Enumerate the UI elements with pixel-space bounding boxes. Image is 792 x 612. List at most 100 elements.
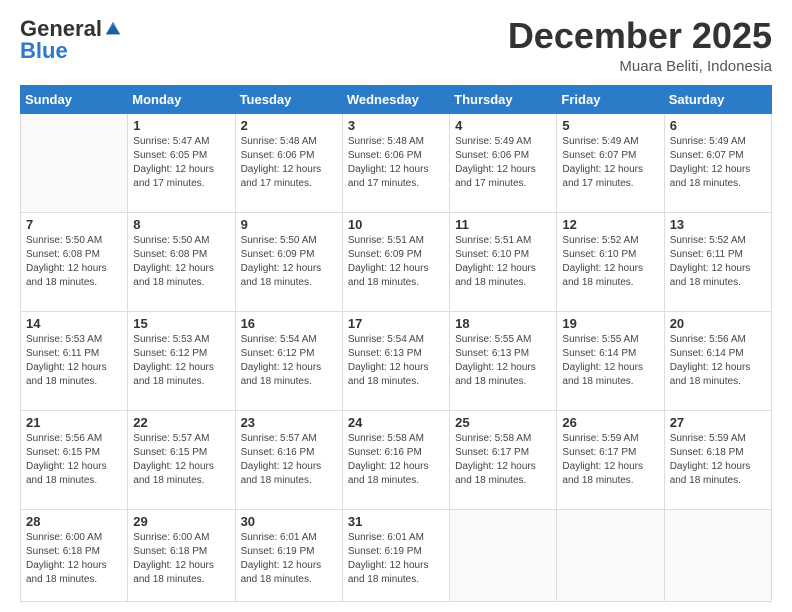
day-number: 9 (241, 217, 337, 232)
day-info: Sunrise: 5:50 AMSunset: 6:08 PMDaylight:… (133, 234, 229, 290)
day-info: Sunrise: 6:01 AMSunset: 6:19 PMDaylight:… (241, 531, 337, 587)
calendar-cell: 10 Sunrise: 5:51 AMSunset: 6:09 PMDayligh… (342, 212, 449, 311)
day-info: Sunrise: 5:51 AMSunset: 6:10 PMDaylight:… (455, 234, 551, 290)
day-number: 4 (455, 118, 551, 133)
day-number: 1 (133, 118, 229, 133)
day-number: 23 (241, 415, 337, 430)
calendar-cell: 8 Sunrise: 5:50 AMSunset: 6:08 PMDaylight… (128, 212, 235, 311)
day-number: 3 (348, 118, 444, 133)
calendar-cell: 24Sunrise: 5:58 AMSunset: 6:16 PMDayligh… (342, 410, 449, 509)
day-number: 24 (348, 415, 444, 430)
month-title: December 2025 (508, 16, 772, 56)
day-info: Sunrise: 5:49 AMSunset: 6:07 PMDaylight:… (562, 135, 658, 191)
day-number: 11 (455, 217, 551, 232)
calendar-cell: 20 Sunrise: 5:56 AMSunset: 6:14 PMDayligh… (664, 311, 771, 410)
day-number: 21 (26, 415, 122, 430)
day-info: Sunrise: 5:55 AMSunset: 6:13 PMDaylight:… (455, 333, 551, 389)
location: Muara Beliti, Indonesia (508, 58, 772, 75)
calendar-cell: 5 Sunrise: 5:49 AMSunset: 6:07 PMDaylight… (557, 113, 664, 212)
day-number: 17 (348, 316, 444, 331)
day-info: Sunrise: 5:49 AMSunset: 6:07 PMDaylight:… (670, 135, 766, 191)
day-info: Sunrise: 5:48 AMSunset: 6:06 PMDaylight:… (348, 135, 444, 191)
calendar-cell: 1 Sunrise: 5:47 AMSunset: 6:05 PMDaylight… (128, 113, 235, 212)
day-info: Sunrise: 5:52 AMSunset: 6:10 PMDaylight:… (562, 234, 658, 290)
day-number: 26 (562, 415, 658, 430)
calendar-cell: 25 Sunrise: 5:58 AMSunset: 6:17 PMDayligh… (450, 410, 557, 509)
calendar-cell (21, 113, 128, 212)
calendar-cell: 3 Sunrise: 5:48 AMSunset: 6:06 PMDaylight… (342, 113, 449, 212)
day-number: 15 (133, 316, 229, 331)
day-info: Sunrise: 5:50 AMSunset: 6:08 PMDaylight:… (26, 234, 122, 290)
day-info: Sunrise: 5:53 AMSunset: 6:11 PMDaylight:… (26, 333, 122, 389)
day-number: 16 (241, 316, 337, 331)
day-number: 22 (133, 415, 229, 430)
calendar-cell: 29Sunrise: 6:00 AMSunset: 6:18 PMDayligh… (128, 509, 235, 601)
calendar-cell: 4 Sunrise: 5:49 AMSunset: 6:06 PMDaylight… (450, 113, 557, 212)
logo: General Blue (20, 16, 122, 64)
page: General Blue December 2025 Muara Beliti,… (0, 0, 792, 612)
day-info: Sunrise: 5:52 AMSunset: 6:11 PMDaylight:… (670, 234, 766, 290)
day-info: Sunrise: 5:47 AMSunset: 6:05 PMDaylight:… (133, 135, 229, 191)
day-number: 29 (133, 514, 229, 529)
calendar-cell: 9 Sunrise: 5:50 AMSunset: 6:09 PMDaylight… (235, 212, 342, 311)
calendar-cell: 18 Sunrise: 5:55 AMSunset: 6:13 PMDayligh… (450, 311, 557, 410)
calendar-cell: 31 Sunrise: 6:01 AMSunset: 6:19 PMDayligh… (342, 509, 449, 601)
calendar-cell (450, 509, 557, 601)
day-number: 13 (670, 217, 766, 232)
header-tuesday: Tuesday (235, 85, 342, 113)
day-number: 14 (26, 316, 122, 331)
day-info: Sunrise: 5:53 AMSunset: 6:12 PMDaylight:… (133, 333, 229, 389)
day-info: Sunrise: 6:01 AMSunset: 6:19 PMDaylight:… (348, 531, 444, 587)
calendar-cell: 28Sunrise: 6:00 AMSunset: 6:18 PMDayligh… (21, 509, 128, 601)
title-block: December 2025 Muara Beliti, Indonesia (508, 16, 772, 75)
header-sunday: Sunday (21, 85, 128, 113)
calendar-cell (664, 509, 771, 601)
day-info: Sunrise: 5:50 AMSunset: 6:09 PMDaylight:… (241, 234, 337, 290)
day-info: Sunrise: 5:57 AMSunset: 6:16 PMDaylight:… (241, 432, 337, 488)
day-number: 27 (670, 415, 766, 430)
day-info: Sunrise: 5:51 AMSunset: 6:09 PMDaylight:… (348, 234, 444, 290)
day-number: 28 (26, 514, 122, 529)
calendar-cell: 27Sunrise: 5:59 AMSunset: 6:18 PMDayligh… (664, 410, 771, 509)
calendar: Sunday Monday Tuesday Wednesday Thursday… (20, 85, 772, 602)
day-info: Sunrise: 5:55 AMSunset: 6:14 PMDaylight:… (562, 333, 658, 389)
day-number: 20 (670, 316, 766, 331)
day-info: Sunrise: 5:59 AMSunset: 6:17 PMDaylight:… (562, 432, 658, 488)
calendar-cell: 21 Sunrise: 5:56 AMSunset: 6:15 PMDayligh… (21, 410, 128, 509)
calendar-cell: 14 Sunrise: 5:53 AMSunset: 6:11 PMDayligh… (21, 311, 128, 410)
day-number: 25 (455, 415, 551, 430)
day-number: 10 (348, 217, 444, 232)
day-number: 31 (348, 514, 444, 529)
header-saturday: Saturday (664, 85, 771, 113)
day-number: 6 (670, 118, 766, 133)
calendar-cell: 7 Sunrise: 5:50 AMSunset: 6:08 PMDaylight… (21, 212, 128, 311)
day-info: Sunrise: 5:56 AMSunset: 6:15 PMDaylight:… (26, 432, 122, 488)
day-number: 8 (133, 217, 229, 232)
calendar-cell: 15 Sunrise: 5:53 AMSunset: 6:12 PMDayligh… (128, 311, 235, 410)
header: General Blue December 2025 Muara Beliti,… (20, 16, 772, 75)
day-info: Sunrise: 5:54 AMSunset: 6:13 PMDaylight:… (348, 333, 444, 389)
day-info: Sunrise: 5:58 AMSunset: 6:17 PMDaylight:… (455, 432, 551, 488)
day-info: Sunrise: 5:57 AMSunset: 6:15 PMDaylight:… (133, 432, 229, 488)
logo-blue: Blue (20, 38, 68, 64)
header-wednesday: Wednesday (342, 85, 449, 113)
calendar-cell: 12 Sunrise: 5:52 AMSunset: 6:10 PMDayligh… (557, 212, 664, 311)
day-number: 19 (562, 316, 658, 331)
day-number: 30 (241, 514, 337, 529)
calendar-cell: 2 Sunrise: 5:48 AMSunset: 6:06 PMDaylight… (235, 113, 342, 212)
calendar-cell: 6 Sunrise: 5:49 AMSunset: 6:07 PMDaylight… (664, 113, 771, 212)
day-info: Sunrise: 5:56 AMSunset: 6:14 PMDaylight:… (670, 333, 766, 389)
day-number: 7 (26, 217, 122, 232)
day-number: 2 (241, 118, 337, 133)
calendar-cell: 30 Sunrise: 6:01 AMSunset: 6:19 PMDayligh… (235, 509, 342, 601)
calendar-cell: 16 Sunrise: 5:54 AMSunset: 6:12 PMDayligh… (235, 311, 342, 410)
day-info: Sunrise: 5:48 AMSunset: 6:06 PMDaylight:… (241, 135, 337, 191)
day-info: Sunrise: 5:49 AMSunset: 6:06 PMDaylight:… (455, 135, 551, 191)
day-number: 12 (562, 217, 658, 232)
day-info: Sunrise: 5:54 AMSunset: 6:12 PMDaylight:… (241, 333, 337, 389)
day-number: 18 (455, 316, 551, 331)
day-number: 5 (562, 118, 658, 133)
calendar-cell: 11 Sunrise: 5:51 AMSunset: 6:10 PMDayligh… (450, 212, 557, 311)
header-thursday: Thursday (450, 85, 557, 113)
calendar-cell: 23 Sunrise: 5:57 AMSunset: 6:16 PMDayligh… (235, 410, 342, 509)
